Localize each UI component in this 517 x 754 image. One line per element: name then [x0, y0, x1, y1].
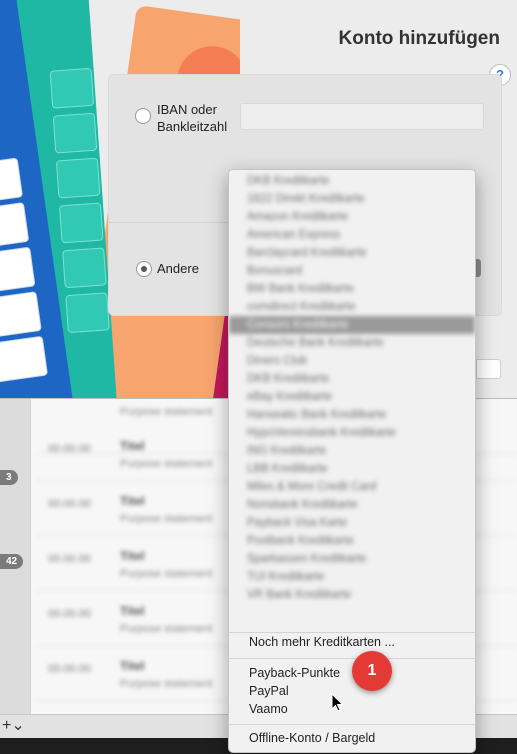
- menu-item-provider[interactable]: American Express: [229, 226, 475, 244]
- menu-item-provider[interactable]: Bonuscard: [229, 262, 475, 280]
- mouse-pointer-icon: [331, 693, 344, 712]
- menu-item-provider[interactable]: eBay Kreditkarte: [229, 388, 475, 406]
- menu-item-provider[interactable]: Deutsche Bank Kreditkarte: [229, 334, 475, 352]
- menu-item-provider[interactable]: Barclaycard Kreditkarte: [229, 244, 475, 262]
- group-divider: [108, 222, 228, 223]
- list-item-title: Titel: [120, 604, 145, 618]
- list-item-subtitle: Purpose statement: [120, 678, 213, 690]
- list-item-title: Titel: [120, 494, 145, 508]
- menu-item-provider[interactable]: Consors Kreditkarte: [229, 316, 475, 334]
- list-item-subtitle: Purpose statement: [120, 623, 213, 635]
- menu-item-provider[interactable]: TUI Kreditkarte: [229, 568, 475, 586]
- list-item-date: 00.00.00: [48, 553, 91, 565]
- unread-badge: 3: [0, 470, 18, 485]
- list-item-title: Titel: [120, 549, 145, 563]
- menu-item-provider[interactable]: Amazon Kreditkarte: [229, 208, 475, 226]
- iban-radio[interactable]: [135, 108, 151, 124]
- unread-badge: 42: [0, 554, 24, 569]
- background-sidebar: 3 42: [0, 398, 31, 714]
- menu-item-provider[interactable]: Sparkassen Kreditkarte: [229, 550, 475, 568]
- menu-item-provider[interactable]: BW Bank Kreditkarte: [229, 280, 475, 298]
- list-item-date: 00.00.00: [48, 443, 91, 455]
- list-item-subtitle: Purpose statement: [120, 458, 213, 470]
- menu-item-provider[interactable]: Miles & More Credit Card: [229, 478, 475, 496]
- list-item-date: 00.00.00: [48, 498, 91, 510]
- blurred-provider-list: DKB Kreditkarte 1822 Direkt Kreditkarte Am…: [229, 170, 475, 632]
- menu-item-provider[interactable]: DKB Kreditkarte: [229, 172, 475, 190]
- list-item-subtitle: Purpose statement: [120, 406, 213, 418]
- menu-item-provider[interactable]: DKB Kreditkarte: [229, 370, 475, 388]
- step-number-badge: 1: [352, 651, 392, 691]
- other-radio[interactable]: [136, 261, 152, 277]
- iban-radio-label: IBAN oder Bankleitzahl: [157, 102, 228, 134]
- add-account-button[interactable]: +⌄: [2, 718, 28, 736]
- menu-item-provider[interactable]: 1822 Direkt Kreditkarte: [229, 190, 475, 208]
- menu-item-provider[interactable]: HypoVereinsbank Kreditkarte: [229, 424, 475, 442]
- menu-item-provider[interactable]: VR Bank Kreditkarte: [229, 586, 475, 604]
- list-item-date: 00.00.00: [48, 608, 91, 620]
- name-input-edge[interactable]: [476, 359, 501, 379]
- menu-item-provider[interactable]: LBB Kreditkarte: [229, 460, 475, 478]
- menu-item-provider[interactable]: comdirect Kreditkarte: [229, 298, 475, 316]
- menu-item-offline-account[interactable]: Offline-Konto / Bargeld: [249, 731, 375, 745]
- menu-separator: [229, 724, 475, 725]
- menu-separator: [229, 632, 475, 633]
- list-item-date: 00.00.00: [48, 663, 91, 675]
- list-item-subtitle: Purpose statement: [120, 568, 213, 580]
- menu-item-provider[interactable]: Diners Club: [229, 352, 475, 370]
- menu-item-provider[interactable]: Payback Visa Karte: [229, 514, 475, 532]
- menu-item-vaamo[interactable]: Vaamo: [249, 702, 288, 716]
- list-item-title: Titel: [120, 659, 145, 673]
- other-radio-label: Andere: [157, 261, 199, 276]
- menu-separator: [229, 658, 475, 659]
- list-item-subtitle: Purpose statement: [120, 513, 213, 525]
- menu-item-more-credit-cards[interactable]: Noch mehr Kreditkarten ...: [249, 635, 395, 649]
- menu-item-provider[interactable]: Postbank Kreditkarte: [229, 532, 475, 550]
- iban-input[interactable]: [240, 103, 484, 130]
- menu-item-payback[interactable]: Payback-Punkte: [249, 666, 340, 680]
- sheet-title: Konto hinzufügen: [338, 28, 500, 49]
- menu-item-provider[interactable]: Norisbank Kreditkarte: [229, 496, 475, 514]
- menu-item-provider[interactable]: ING Kreditkarte: [229, 442, 475, 460]
- list-item-title: Titel: [120, 439, 145, 453]
- menu-item-paypal[interactable]: PayPal: [249, 684, 289, 698]
- menu-item-provider[interactable]: Hanseatic Bank Kreditkarte: [229, 406, 475, 424]
